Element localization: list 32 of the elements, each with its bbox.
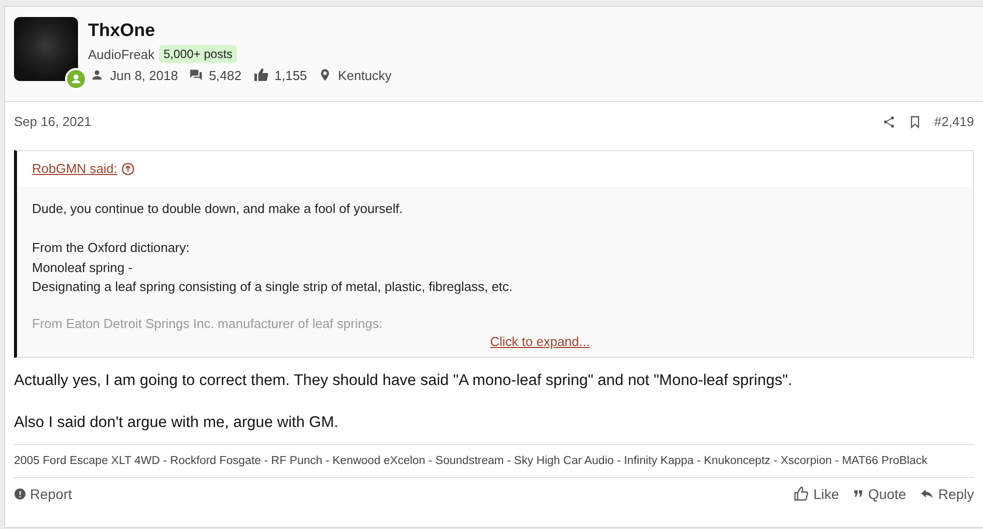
post-number[interactable]: #2,419 [934,114,974,129]
post-count-badge: 5,000+ posts [159,45,237,63]
faded-quote-text: From Eaton Detroit Springs Inc. manufacturer of leaf springs: [32,316,382,332]
user-stat: Jun 8, 2018 [110,68,178,82]
reply-button[interactable]: Reply [920,486,974,502]
quote-author-link[interactable]: RobGMN said: [32,161,118,176]
alert-icon [14,488,26,500]
quote-button[interactable]: Quote [853,486,906,502]
post-text: Also I said don't argue with me, argue with GM. [14,412,340,432]
like-button[interactable]: Like [793,486,840,502]
chat-icon [188,68,203,82]
quote-text: Monoleaf spring - [32,258,134,277]
user-stat: Kentucky [338,68,392,82]
quote-text: From the Oxford dictionary: [32,239,190,257]
username[interactable]: ThxOne [88,20,398,41]
quote-text: Dude, you continue to double down, and make a fool of yourself. [32,200,404,218]
report-link[interactable]: Report [14,486,72,502]
expand-link[interactable]: Click to expand... [490,332,590,352]
user-stat: 1,155 [274,68,308,82]
user-stat: 5,482 [208,68,242,82]
thumbs-up-icon [793,486,810,502]
quote-text: Designating a leaf spring consisting of a single strip of metal, plastic, fibreglass, etc. [32,278,514,296]
thumbs-up-icon [252,67,268,83]
post-text: Actually yes, I am going to correct them. They should have said "A mono-leaf spring" and not "Mono-leaf springs". [14,370,794,390]
quote-icon [853,488,864,499]
post-date[interactable]: Sep 16, 2021 [14,114,92,129]
reply-icon [920,486,934,500]
person-icon [90,68,104,82]
arrow-up-circle-icon[interactable] [121,162,136,176]
signature: 2005 Ford Escape XLT 4WD - Rockford Fosgate - RF Punch - Kenwood eXcelon - Soundstream - Sky High Car Audio - Infinity Kappa - Knukonceptz - Xscorpion - MAT66 ProBlack [14,444,974,478]
share-icon[interactable] [882,114,896,128]
user-title: AudioFreak [88,46,154,62]
